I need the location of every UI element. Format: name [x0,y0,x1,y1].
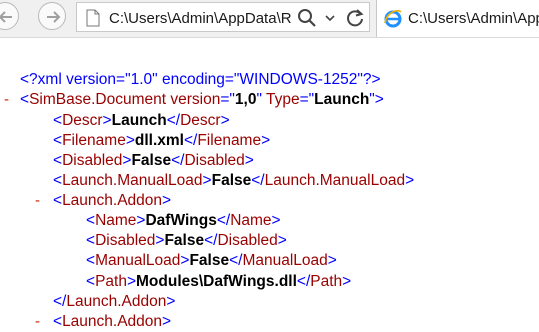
filename-value: dll.xml [134,132,184,149]
root-attr2-name: Type [266,91,300,108]
addon-open-tag: Launch.Addon [62,313,163,330]
addon-open-line: <Launch.Addon> [53,192,172,209]
addon-close-line: </Launch.Addon> [53,293,176,310]
ie-logo-icon [384,9,402,28]
path-value: Modules\DafWings.dll [136,273,297,290]
name-open-tag: Name [95,212,137,229]
root-tag: SimBase.Document [29,91,167,108]
disabled-value: False [131,152,172,169]
back-arrow-icon [0,11,12,23]
collapse-toggle[interactable]: - [35,312,40,332]
descr-line: <Descr>Launch</Descr> [53,112,230,129]
forward-arrow-icon [47,11,61,23]
addon-disabled-line: <Disabled>False</Disabled> [86,232,287,249]
name-line: <Name>DafWings</Name> [86,212,281,229]
disabled-close-tag: Disabled [184,152,245,169]
root-attr1-value: 1,0 [234,91,257,108]
addon-disabled-open-tag: Disabled [95,232,156,249]
xml-declaration-line: <?xml version="1.0" encoding="WINDOWS-12… [20,70,381,90]
page-icon [86,9,100,27]
name-close-tag: Name [230,212,272,229]
manualload-close-tag: Launch.ManualLoad [264,172,406,189]
collapse-toggle[interactable]: - [35,191,40,211]
name-value: DafWings [145,212,217,229]
addon-close-tag: Launch.Addon [66,293,167,310]
addon-manualload-value: False [189,252,230,269]
addon-disabled-value: False [164,232,205,249]
browser-toolbar: C:\Users\Admin\AppData\R C:\Users\Admin\… [0,0,539,38]
chevron-down-icon[interactable] [323,9,337,27]
manualload-value: False [211,172,252,189]
root-attr1-name: version [170,91,221,108]
root-open-line: <SimBase.Document version="1,0" Type="La… [20,91,384,108]
descr-close-tag: Descr [180,112,221,129]
browser-tab[interactable]: C:\Users\Admin\App [376,0,539,37]
search-icon[interactable] [297,8,317,28]
address-bar[interactable]: C:\Users\Admin\AppData\R [76,2,370,32]
addon-manualload-open-tag: ManualLoad [95,252,181,269]
root-attr2-value: Launch [314,91,370,108]
path-open-tag: Path [95,273,127,290]
refresh-icon[interactable] [345,8,365,28]
back-button[interactable] [0,2,19,30]
addon-open-line-partial: <Launch.Addon> [53,313,172,330]
path-close-tag: Path [310,273,343,290]
filename-line: <Filename>dll.xml</Filename> [53,132,271,149]
filename-open-tag: Filename [62,132,126,149]
addon-manualload-line: <ManualLoad>False</ManualLoad> [86,252,337,269]
addon-disabled-close-tag: Disabled [217,232,278,249]
path-line: <Path>Modules\DafWings.dll</Path> [86,273,352,290]
address-text[interactable]: C:\Users\Admin\AppData\R [109,10,293,27]
disabled-line: <Disabled>False</Disabled> [53,152,254,169]
addon-manualload-close-tag: ManualLoad [242,252,328,269]
addon-open-tag: Launch.Addon [62,192,163,209]
xml-declaration: <?xml version="1.0" encoding="WINDOWS-12… [20,71,381,88]
manualload-open-tag: Launch.ManualLoad [62,172,203,189]
tab-title: C:\Users\Admin\App [408,10,539,27]
descr-open-tag: Descr [62,112,103,129]
forward-button[interactable] [38,2,66,30]
descr-value: Launch [111,112,167,129]
disabled-open-tag: Disabled [62,152,123,169]
filename-close-tag: Filename [197,132,262,149]
manualload-line: <Launch.ManualLoad>False</Launch.ManualL… [53,172,415,189]
collapse-toggle[interactable]: - [4,90,9,110]
